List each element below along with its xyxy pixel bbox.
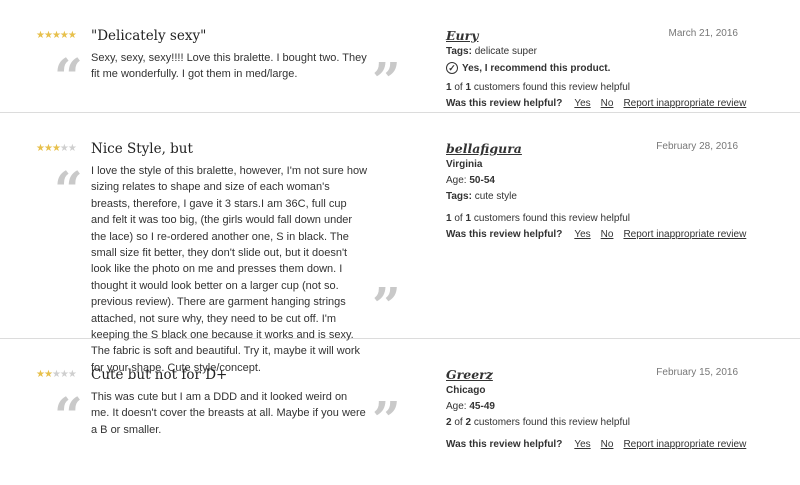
close-quote-icon: ” bbox=[372, 51, 401, 110]
reviewer-location: Virginia bbox=[446, 159, 483, 170]
helpful-of: of bbox=[454, 213, 463, 224]
helpful-question: Was this review helpful? bbox=[446, 98, 563, 109]
star-icon: ★ bbox=[36, 143, 45, 154]
tags-value: delicate super bbox=[474, 46, 537, 57]
age-label: Age: bbox=[446, 401, 467, 412]
review-body: Sexy, sexy, sexy!!!! Love this bralette.… bbox=[91, 52, 367, 81]
helpful-summary: 1 of 1 customers found this review helpf… bbox=[446, 80, 738, 96]
helpful-summary: 2 of 2 customers found this review helpf… bbox=[446, 415, 738, 431]
star-icon: ★ bbox=[51, 30, 61, 41]
check-circle-icon: ✓ bbox=[446, 62, 458, 74]
star-icon: ★ bbox=[36, 369, 45, 380]
helpful-count: 2 bbox=[446, 417, 452, 428]
helpful-question: Was this review helpful? bbox=[446, 229, 563, 240]
review-meta: bellafigura February 28, 2016 Virginia A… bbox=[446, 141, 746, 243]
star-rating: ★★★★★ bbox=[36, 369, 77, 380]
age-value: 45-49 bbox=[469, 401, 495, 412]
review-date: February 15, 2016 bbox=[656, 367, 738, 378]
helpful-suffix: customers found this review helpful bbox=[473, 213, 630, 224]
star-icon: ★ bbox=[67, 143, 77, 154]
recommend-text: Yes, I recommend this product. bbox=[462, 62, 611, 74]
reviewer-location: Chicago bbox=[446, 385, 486, 396]
star-icon: ★ bbox=[43, 143, 53, 154]
reviewer-age: Age: 45-49 bbox=[446, 399, 738, 415]
close-quote-icon: ” bbox=[372, 390, 401, 449]
review-date: March 21, 2016 bbox=[668, 28, 739, 39]
review-item: ★★★★★ Cute but not for D+ “ This was cut… bbox=[0, 339, 800, 485]
reviewer-age: Age: 50-54 bbox=[446, 173, 738, 189]
star-icon: ★ bbox=[43, 369, 53, 380]
star-rating: ★★★★★ bbox=[36, 143, 77, 154]
star-icon: ★ bbox=[51, 369, 61, 380]
review-meta: Eury March 21, 2016 Tags: delicate super… bbox=[446, 28, 746, 112]
helpful-count: 1 bbox=[446, 82, 452, 93]
helpful-of: of bbox=[454, 82, 463, 93]
review-item: ★★★★★ Nice Style, but “ I love the style… bbox=[0, 113, 800, 374]
star-icon: ★ bbox=[36, 30, 45, 41]
helpful-vote: Was this review helpful? Yes No Report i… bbox=[446, 96, 746, 112]
helpful-no-link[interactable]: No bbox=[601, 437, 614, 453]
review-title: "Delicately sexy" bbox=[91, 28, 207, 44]
helpful-yes-link[interactable]: Yes bbox=[574, 227, 590, 243]
open-quote-icon: “ bbox=[54, 386, 83, 445]
review-tags: Tags: cute style bbox=[446, 189, 738, 205]
star-icon: ★ bbox=[59, 30, 69, 41]
helpful-total: 1 bbox=[465, 82, 472, 93]
helpful-question: Was this review helpful? bbox=[446, 439, 563, 450]
age-value: 50-54 bbox=[469, 175, 495, 186]
helpful-count: 1 bbox=[446, 213, 452, 224]
tags-value: cute style bbox=[474, 191, 517, 202]
age-label: Age: bbox=[446, 175, 467, 186]
star-icon: ★ bbox=[43, 30, 53, 41]
helpful-of: of bbox=[454, 417, 463, 428]
helpful-summary: 1 of 1 customers found this review helpf… bbox=[446, 211, 738, 227]
report-review-link[interactable]: Report inappropriate review bbox=[623, 96, 746, 112]
review-body: This was cute but I am a DDD and it look… bbox=[91, 391, 366, 436]
helpful-no-link[interactable]: No bbox=[601, 227, 614, 243]
review-meta: Greerz February 15, 2016 Chicago Age: 45… bbox=[446, 367, 746, 453]
helpful-no-link[interactable]: No bbox=[601, 96, 614, 112]
open-quote-icon: “ bbox=[54, 160, 83, 219]
helpful-yes-link[interactable]: Yes bbox=[574, 437, 590, 453]
star-icon: ★ bbox=[67, 30, 77, 41]
helpful-suffix: customers found this review helpful bbox=[473, 82, 630, 93]
helpful-suffix: customers found this review helpful bbox=[473, 417, 630, 428]
helpful-total: 1 bbox=[465, 213, 472, 224]
open-quote-icon: “ bbox=[54, 47, 83, 106]
tags-label: Tags: bbox=[446, 46, 472, 57]
review-item: ★★★★★ "Delicately sexy" “ Sexy, sexy, se… bbox=[0, 0, 800, 113]
review-title: Nice Style, but bbox=[91, 141, 193, 157]
star-icon: ★ bbox=[59, 369, 69, 380]
recommend-status: ✓ Yes, I recommend this product. bbox=[446, 62, 738, 74]
tags-label: Tags: bbox=[446, 191, 472, 202]
close-quote-icon: ” bbox=[372, 276, 401, 335]
star-icon: ★ bbox=[51, 143, 61, 154]
star-rating: ★★★★★ bbox=[36, 30, 77, 41]
helpful-vote: Was this review helpful? Yes No Report i… bbox=[446, 437, 746, 453]
report-review-link[interactable]: Report inappropriate review bbox=[623, 437, 746, 453]
report-review-link[interactable]: Report inappropriate review bbox=[623, 227, 746, 243]
review-date: February 28, 2016 bbox=[656, 141, 738, 152]
helpful-vote: Was this review helpful? Yes No Report i… bbox=[446, 227, 746, 243]
helpful-yes-link[interactable]: Yes bbox=[574, 96, 590, 112]
review-title: Cute but not for D+ bbox=[91, 367, 228, 383]
star-icon: ★ bbox=[67, 369, 77, 380]
helpful-total: 2 bbox=[465, 417, 472, 428]
review-tags: Tags: delicate super bbox=[446, 44, 738, 60]
star-icon: ★ bbox=[59, 143, 69, 154]
